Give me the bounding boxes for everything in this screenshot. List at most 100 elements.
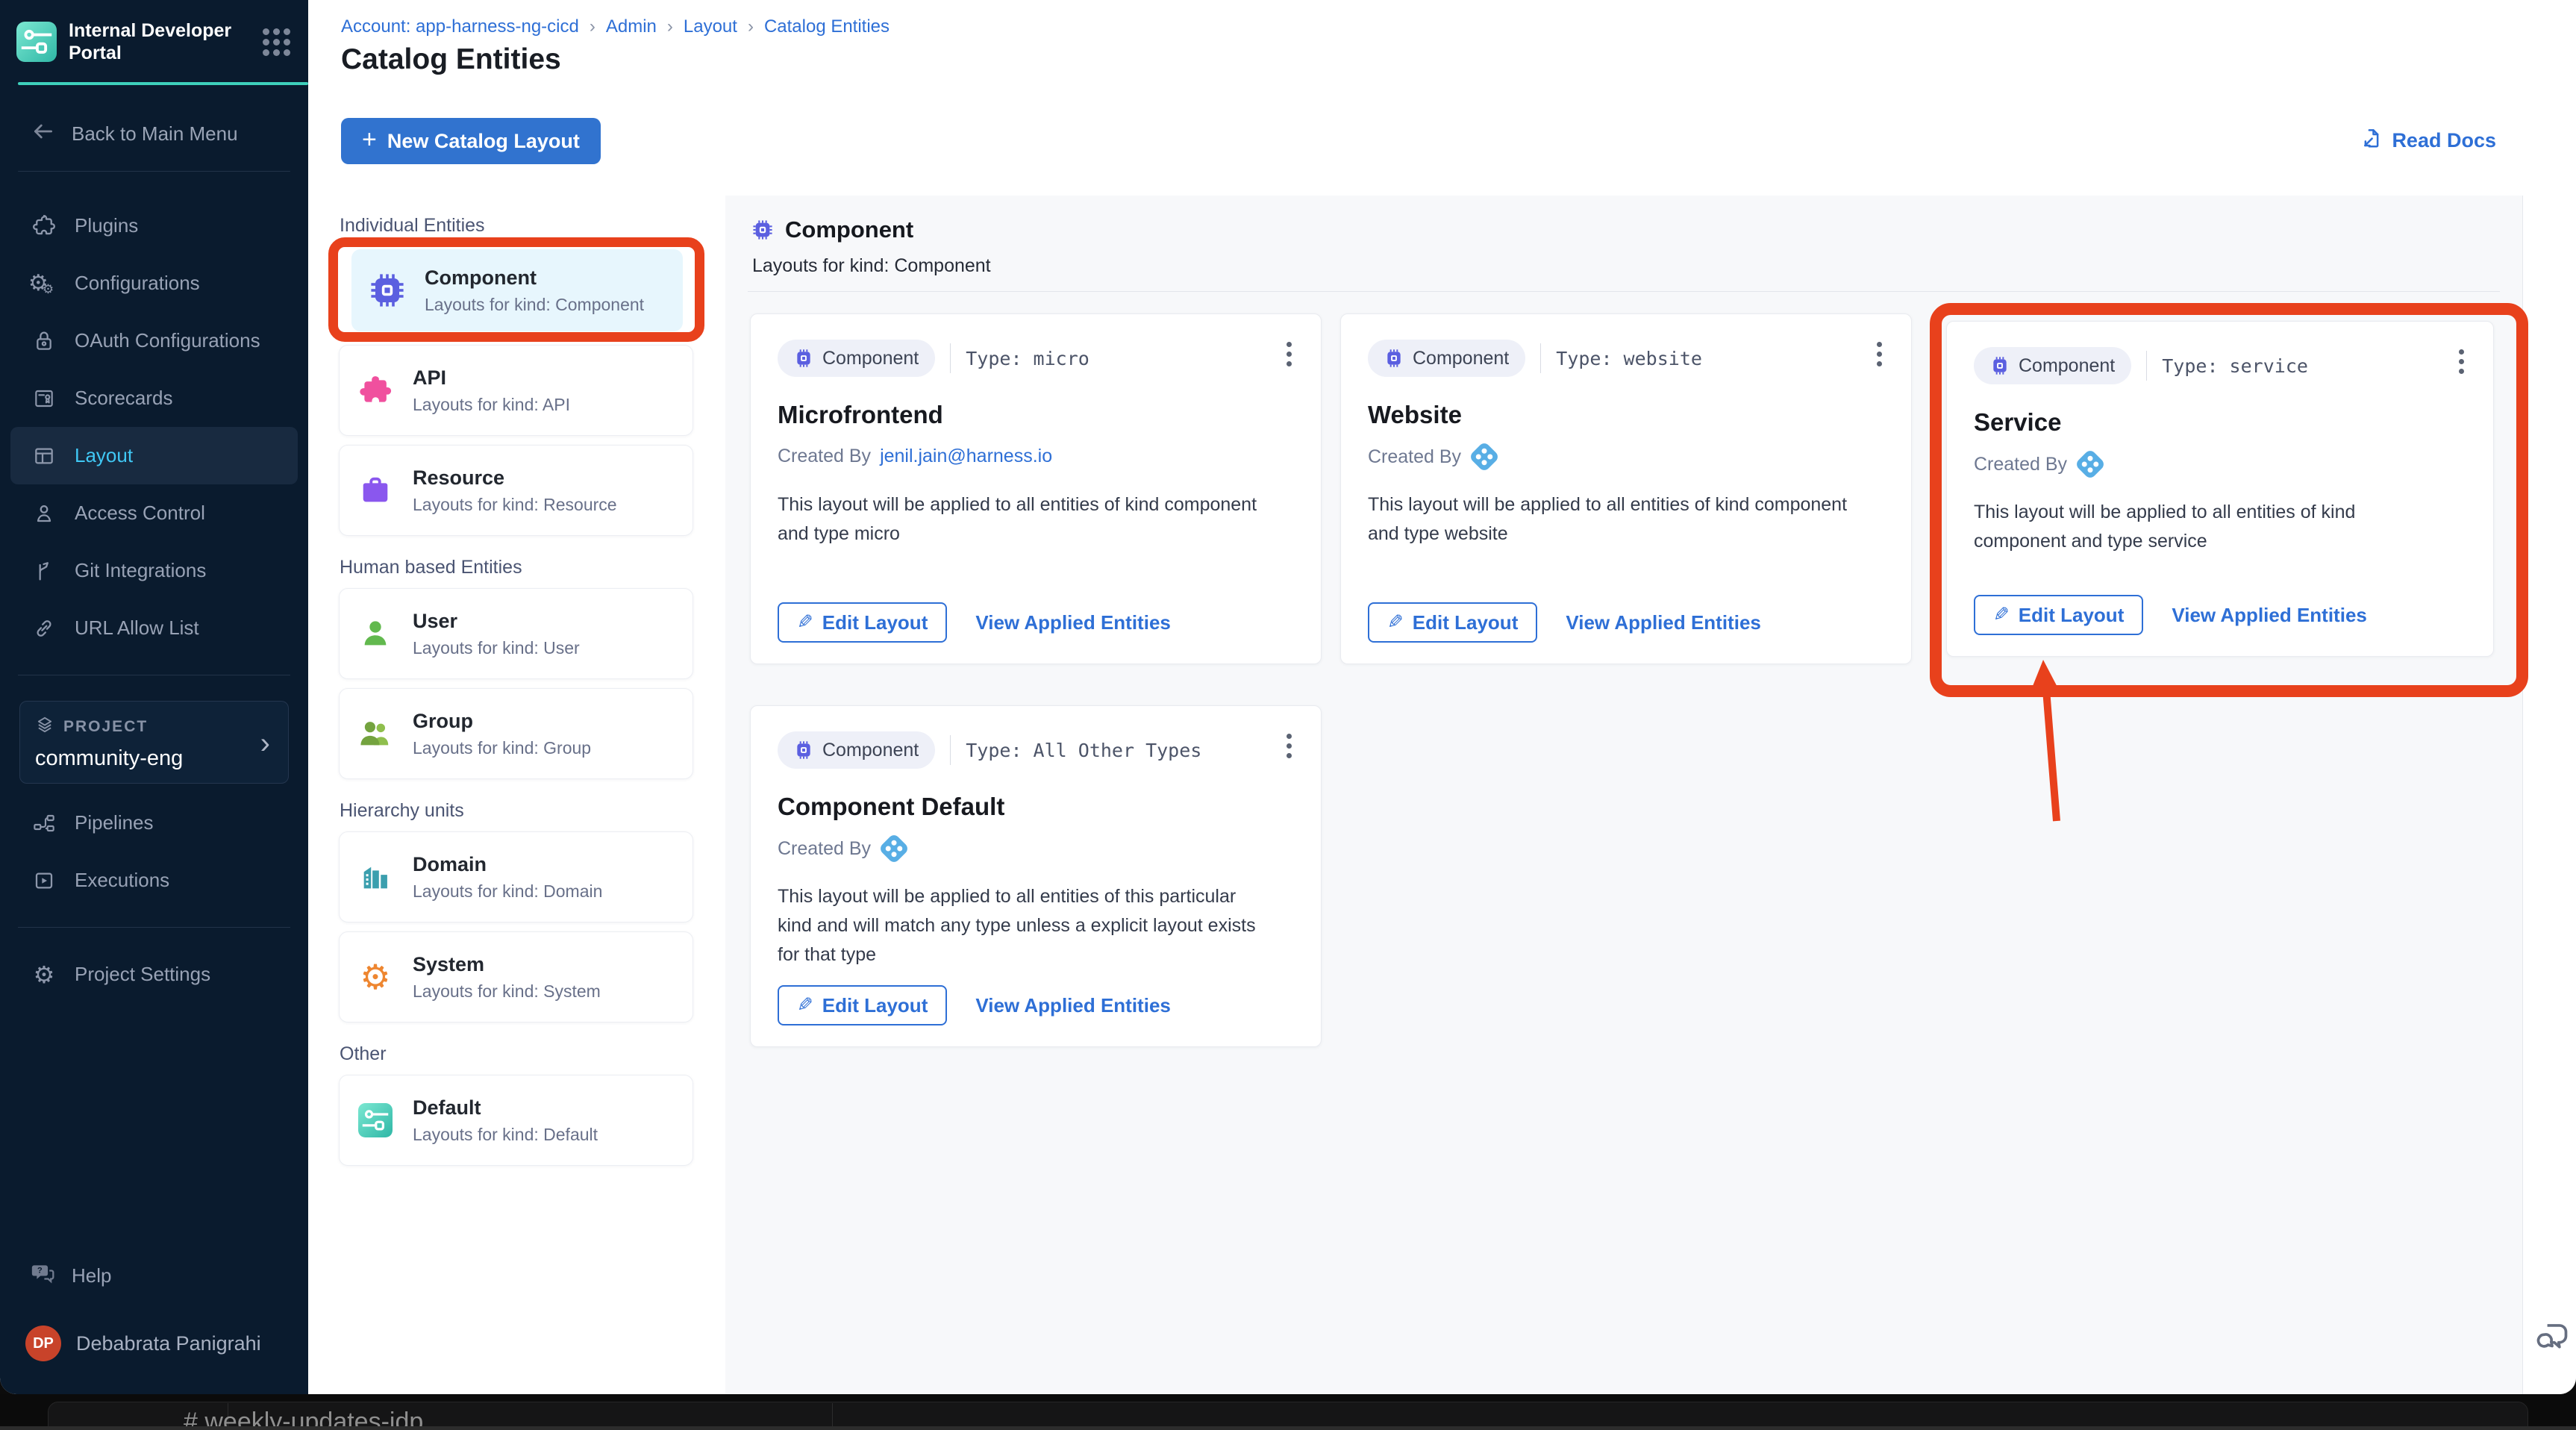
git-branch-icon xyxy=(31,558,57,584)
entity-item-api[interactable]: API Layouts for kind: API xyxy=(339,345,693,436)
lock-icon xyxy=(31,328,57,354)
entity-item-user[interactable]: User Layouts for kind: User xyxy=(339,588,693,679)
edit-layout-button[interactable]: ✎ Edit Layout xyxy=(1974,595,2144,635)
entity-item-domain[interactable]: Domain Layouts for kind: Domain xyxy=(339,831,693,922)
page-header: Account: app-harness-ng-cicd › Admin › L… xyxy=(308,0,2576,196)
entity-item-default[interactable]: Default Layouts for kind: Default xyxy=(339,1075,693,1166)
kind-badge-label: Component xyxy=(822,739,919,761)
kind-badge: Component xyxy=(1974,347,2132,384)
sidebar-item-scorecards[interactable]: Scorecards xyxy=(0,369,308,427)
entity-item-system[interactable]: ⚙ System Layouts for kind: System xyxy=(339,931,693,1022)
view-applied-entities-link[interactable]: View Applied Entities xyxy=(2172,604,2367,627)
teal-accent-divider xyxy=(18,82,308,85)
created-by-link[interactable]: jenil.jain@harness.io xyxy=(880,446,1052,467)
breadcrumb-layout-link[interactable]: Layout xyxy=(684,16,737,37)
help-button[interactable]: ? Help xyxy=(0,1261,308,1291)
brand-title: Internal Developer Portal xyxy=(69,20,232,63)
user-menu[interactable]: DP Debabrata Panigrahi xyxy=(0,1326,308,1361)
avatar: DP xyxy=(25,1326,61,1361)
sidebar-item-project-settings[interactable]: ⚙ Project Settings xyxy=(0,946,308,1003)
component-chip-icon xyxy=(369,272,405,308)
entity-name: Domain xyxy=(413,852,487,875)
page-title: Catalog Entities xyxy=(341,43,561,75)
help-label: Help xyxy=(72,1264,112,1287)
region-subtitle: Layouts for kind: Component xyxy=(752,255,991,276)
gears-icon: ⚙ ⚙ xyxy=(28,270,54,297)
kind-badge-label: Component xyxy=(1413,347,1510,369)
breadcrumb: Account: app-harness-ng-cicd › Admin › L… xyxy=(341,16,890,37)
creator-avatar-icon xyxy=(878,832,910,865)
sidebar-nav-settings: ⚙ Project Settings xyxy=(0,946,308,1003)
sidebar-nav-project: Pipelines Executions xyxy=(0,794,308,909)
card-menu-kebab-icon[interactable] xyxy=(1276,337,1301,371)
chat-bubbles-icon[interactable] xyxy=(2532,1317,2571,1355)
domain-building-icon xyxy=(357,859,393,895)
sidebar-item-plugins[interactable]: Plugins xyxy=(0,197,308,255)
edit-layout-button[interactable]: ✎ Edit Layout xyxy=(778,985,948,1025)
breadcrumb-catalog-entities-link[interactable]: Catalog Entities xyxy=(764,16,890,37)
new-catalog-layout-button[interactable]: + New Catalog Layout xyxy=(341,118,601,164)
entity-name: Group xyxy=(413,709,473,732)
card-menu-kebab-icon[interactable] xyxy=(1276,728,1301,763)
sidebar-item-label: Git Integrations xyxy=(75,559,207,581)
edit-layout-button[interactable]: ✎ Edit Layout xyxy=(1368,602,1538,643)
read-docs-link[interactable]: Read Docs xyxy=(2360,127,2496,154)
layouts-region: Component Layouts for kind: Component Co… xyxy=(725,196,2528,1394)
view-applied-entities-link[interactable]: View Applied Entities xyxy=(975,994,1171,1017)
svg-text:?: ? xyxy=(37,1266,43,1275)
card-description: This layout will be applied to all entit… xyxy=(1974,502,2356,552)
system-gear-icon: ⚙ xyxy=(360,957,391,997)
view-applied-entities-link[interactable]: View Applied Entities xyxy=(975,611,1171,634)
project-selector[interactable]: PROJECT community-eng › xyxy=(19,701,289,784)
sidebar-item-label: Plugins xyxy=(75,214,139,237)
puzzle-icon xyxy=(31,213,57,239)
section-label-individual-entities: Individual Entities xyxy=(340,215,485,236)
sidebar-item-label: Access Control xyxy=(75,502,205,524)
entity-name: Component xyxy=(425,266,537,289)
edit-layout-button[interactable]: ✎ Edit Layout xyxy=(778,602,948,643)
sidebar-item-access-control[interactable]: Access Control xyxy=(0,484,308,542)
sidebar-item-oauth-configurations[interactable]: OAuth Configurations xyxy=(0,312,308,369)
creator-avatar-icon xyxy=(1468,440,1501,473)
kind-badge: Component xyxy=(778,731,936,769)
entity-item-group[interactable]: Group Layouts for kind: Group xyxy=(339,688,693,779)
region-title: Component xyxy=(785,216,914,243)
breadcrumb-admin-link[interactable]: Admin xyxy=(606,16,657,37)
kind-badge-label: Component xyxy=(822,347,919,369)
type-label: Type: micro xyxy=(966,347,1090,369)
person-icon xyxy=(31,501,57,526)
app-grid-icon[interactable] xyxy=(263,28,290,56)
type-label: Type: service xyxy=(2162,355,2308,377)
sidebar-item-configurations[interactable]: ⚙ ⚙ Configurations xyxy=(0,255,308,312)
sidebar-item-executions[interactable]: Executions xyxy=(0,852,308,909)
pencil-icon: ✎ xyxy=(797,994,813,1017)
sidebar-item-label: OAuth Configurations xyxy=(75,329,260,352)
back-to-main-menu[interactable]: Back to Main Menu xyxy=(31,119,308,149)
entity-item-component[interactable]: Component Layouts for kind: Component xyxy=(351,249,683,331)
created-by: Created By xyxy=(1974,448,2107,481)
api-puzzle-icon xyxy=(357,372,393,408)
sidebar-item-layout[interactable]: Layout xyxy=(10,427,298,484)
sidebar-item-url-allow-list[interactable]: URL Allow List xyxy=(0,599,308,657)
card-menu-kebab-icon[interactable] xyxy=(1866,337,1892,371)
sidebar-item-git-integrations[interactable]: Git Integrations xyxy=(0,542,308,599)
layout-card-component-default: Component Type: All Other Types Componen… xyxy=(750,705,1322,1047)
entity-name: User xyxy=(413,609,458,632)
card-description: This layout will be applied to all entit… xyxy=(778,494,1257,544)
divider xyxy=(748,291,2500,292)
view-applied-entities-link[interactable]: View Applied Entities xyxy=(1566,611,1761,634)
entity-name: API xyxy=(413,366,447,389)
breadcrumb-account-link[interactable]: Account: app-harness-ng-cicd xyxy=(341,16,579,37)
entity-item-resource[interactable]: Resource Layouts for kind: Resource xyxy=(339,445,693,536)
sidebar-item-label: Layout xyxy=(75,444,134,466)
card-menu-kebab-icon[interactable] xyxy=(2448,344,2474,378)
sidebar-header: Internal Developer Portal xyxy=(0,0,308,82)
entity-name: System xyxy=(413,952,485,975)
sidebar-item-pipelines[interactable]: Pipelines xyxy=(0,794,308,852)
project-name: community-eng xyxy=(35,746,184,770)
background-window-bar: # weekly-updates-idp xyxy=(0,1394,2576,1430)
project-meta: PROJECT community-eng xyxy=(35,715,260,771)
user-name: Debabrata Panigrahi xyxy=(76,1331,261,1355)
component-chip-icon xyxy=(1993,357,2007,375)
divider xyxy=(832,1403,833,1426)
